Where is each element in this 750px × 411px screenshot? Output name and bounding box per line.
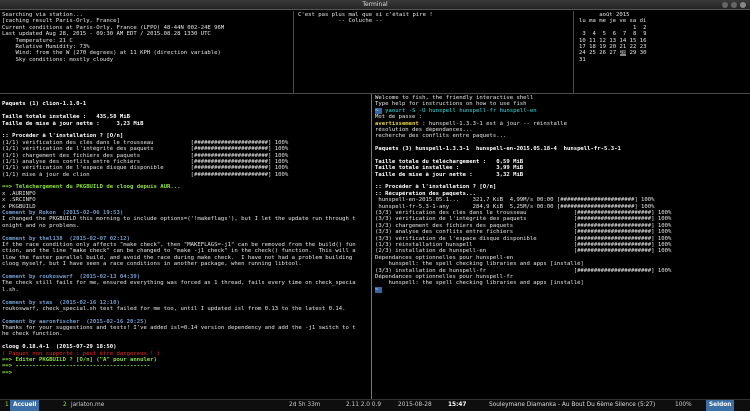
status-info: 2.11 2.0 0.9 <box>346 402 382 408</box>
prompt-cwd: ~ <box>375 286 382 293</box>
calendar-day: 16 <box>639 37 647 44</box>
calendar-day: 1 <box>629 24 637 31</box>
status-clock: 15:47 <box>448 402 467 408</box>
calendar-day: 4 <box>589 31 596 38</box>
calendar-day: 24 <box>579 50 586 57</box>
status-active[interactable]: Accueil <box>10 400 40 411</box>
window-title: Terminal <box>362 1 388 8</box>
pane-divider <box>293 11 294 93</box>
calendar-day: 30 <box>639 50 647 57</box>
terminal-line: roukoswarf, check_special.sh test failed… <box>2 305 346 312</box>
calendar-day <box>620 57 627 63</box>
pane-divider <box>371 94 372 399</box>
calendar-pane[interactable]: août 2015 lu ma me je ve sa di 1 2 3 4 5 … <box>577 11 749 93</box>
calendar-day <box>589 57 596 63</box>
minimize-button[interactable] <box>722 2 728 8</box>
terminal-line: The check still fails for me, ensured ev… <box>2 280 356 287</box>
calendar-day: 10 <box>579 37 586 44</box>
calendar-day: 27 <box>609 50 617 57</box>
yaourt-terminal-pane[interactable]: Paquets (1) clion-1.1.0-1 Taille totale i… <box>0 94 370 399</box>
status-music: Souleymane Diamanka - Au Bout Du 6ème Si… <box>489 402 656 408</box>
weather-line: Sky conditions: mostly cloudy <box>2 56 114 63</box>
calendar-day <box>599 57 606 63</box>
calendar-day: 23 <box>639 43 647 50</box>
calendar-day: 12 <box>599 37 606 44</box>
fish-terminal-pane[interactable]: Welcome to fish, the friendly interactiv… <box>373 94 750 399</box>
calendar-day: 14 <box>619 37 627 44</box>
calendar-day <box>579 25 586 31</box>
prompt-cwd: ~ <box>375 107 382 114</box>
calendar-day: 21 <box>619 43 627 50</box>
shell-prompt-line[interactable]: ~ <box>375 286 748 293</box>
weather-pane[interactable]: Searching via station... [caching result … <box>0 11 292 93</box>
status-info: 100% <box>675 402 692 408</box>
prompt-command: yaourt -S -U hunspell hunspell-fr hunspe… <box>381 107 537 114</box>
pane-divider <box>573 11 574 93</box>
calendar-day: 6 <box>609 31 617 38</box>
calendar-day <box>630 57 637 63</box>
calendar-day <box>599 25 606 31</box>
calendar-day: 25 <box>589 50 596 57</box>
calendar-day: 31 <box>579 56 586 63</box>
calendar-day: 2 <box>639 24 647 31</box>
close-button[interactable] <box>740 2 746 8</box>
calendar-day: 11 <box>589 37 596 44</box>
quote-pane[interactable]: C'est pas plus mal que si c'était pire !… <box>296 11 572 93</box>
calendar-day: 29 <box>629 50 637 57</box>
terminal-line: I changed the PKGBUILD this morning to i… <box>2 216 356 223</box>
calendar-day: 19 <box>599 43 606 50</box>
calendar-day: 20 <box>609 43 617 50</box>
status-info: 2d 5h 33m <box>289 402 321 408</box>
calendar-day <box>609 57 616 63</box>
terminal-line: ==> <box>2 369 16 376</box>
calendar-day: 28 <box>619 50 627 57</box>
calendar-day: 22 <box>629 43 637 50</box>
quote-line: -- Coluche -- <box>298 18 383 25</box>
status-tab[interactable]: jarlaton.me <box>68 400 107 411</box>
calendar-day <box>589 25 596 31</box>
calendar-day: 9 <box>639 31 647 38</box>
calendar-day: 5 <box>599 31 606 38</box>
calendar-day <box>620 25 627 31</box>
calendar-day <box>609 25 616 31</box>
status-host: Seldon <box>706 400 735 411</box>
calendar-day: 17 <box>579 43 586 50</box>
calendar-day: 18 <box>589 43 596 50</box>
calendar-day: 8 <box>629 31 637 38</box>
status-info: 2015-08-28 <box>398 402 432 408</box>
calendar-day: 13 <box>609 37 617 44</box>
terminal-line: ction, and the line "make check" can be … <box>2 248 356 255</box>
tmux-status-bar: 1 Accueil 2 jarlaton.me 2d 5h 33m 2.11 2.0 0.… <box>0 399 750 411</box>
window-titlebar[interactable]: Terminal <box>0 0 750 10</box>
calendar-day: 7 <box>619 31 627 38</box>
calendar-day: 3 <box>579 31 586 38</box>
calendar-day: 26 <box>599 50 606 57</box>
maximize-button[interactable] <box>731 2 737 8</box>
calendar-day <box>640 57 647 63</box>
calendar-week: 31 <box>579 57 747 63</box>
prompt-command <box>382 287 385 293</box>
calendar-day: 15 <box>629 37 637 44</box>
